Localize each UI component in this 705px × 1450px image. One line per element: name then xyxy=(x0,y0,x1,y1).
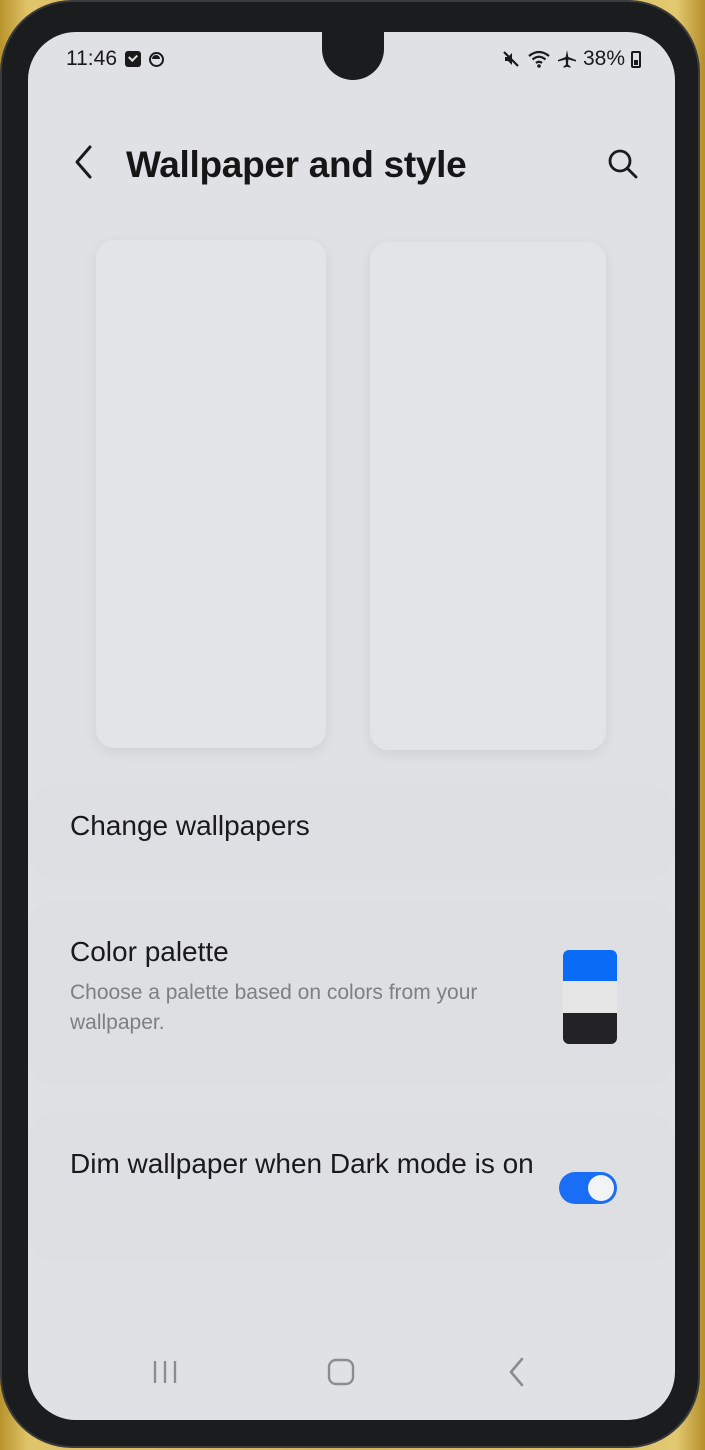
recents-icon xyxy=(150,1359,180,1390)
page-title: Wallpaper and style xyxy=(126,144,467,185)
dim-wallpaper-label: Dim wallpaper when Dark mode is on xyxy=(70,1148,534,1179)
phone-frame: 11:46 38% Wallpaper and style Change wal… xyxy=(2,2,698,1446)
change-wallpapers-item[interactable]: Change wallpapers xyxy=(28,784,675,880)
search-button[interactable] xyxy=(601,144,645,188)
color-palette-item[interactable]: Color palette Choose a palette based on … xyxy=(28,900,675,1086)
navigation-bar xyxy=(28,1336,675,1420)
wifi-icon xyxy=(527,49,551,69)
screen: 11:46 38% Wallpaper and style Change wal… xyxy=(28,32,675,1420)
swatch-primary xyxy=(563,950,617,982)
status-left: 11:46 xyxy=(66,47,164,71)
swatch-secondary xyxy=(563,981,617,1013)
back-button[interactable] xyxy=(64,142,104,186)
battery-icon xyxy=(631,50,641,68)
lock-screen-preview[interactable] xyxy=(96,240,326,748)
vpn-circle-icon xyxy=(149,51,164,67)
home-icon xyxy=(326,1357,356,1392)
change-wallpapers-label: Change wallpapers xyxy=(70,810,310,841)
nav-back-button[interactable] xyxy=(492,1352,542,1396)
dim-wallpaper-toggle[interactable] xyxy=(559,1172,617,1204)
checkbox-notification-icon xyxy=(125,51,141,67)
airplane-icon xyxy=(557,49,577,69)
battery-fill xyxy=(634,59,638,65)
status-time: 11:46 xyxy=(66,47,117,70)
app-header: Wallpaper and style xyxy=(28,136,675,196)
toggle-knob xyxy=(588,1175,614,1201)
status-right: 38% xyxy=(501,47,641,71)
color-palette-description: Choose a palette based on colors from yo… xyxy=(70,981,478,1034)
color-palette-label: Color palette xyxy=(70,936,229,967)
swatch-tertiary xyxy=(563,1012,617,1044)
chevron-left-icon xyxy=(72,144,96,185)
search-icon xyxy=(606,147,640,186)
mute-icon xyxy=(501,49,521,69)
home-button[interactable] xyxy=(316,1352,366,1396)
home-screen-preview[interactable] xyxy=(370,242,606,750)
dim-wallpaper-item[interactable]: Dim wallpaper when Dark mode is on xyxy=(28,1112,675,1262)
recents-button[interactable] xyxy=(140,1352,190,1396)
battery-percent: 38% xyxy=(582,47,625,70)
color-palette-swatch[interactable] xyxy=(563,950,617,1044)
back-icon xyxy=(505,1357,529,1392)
